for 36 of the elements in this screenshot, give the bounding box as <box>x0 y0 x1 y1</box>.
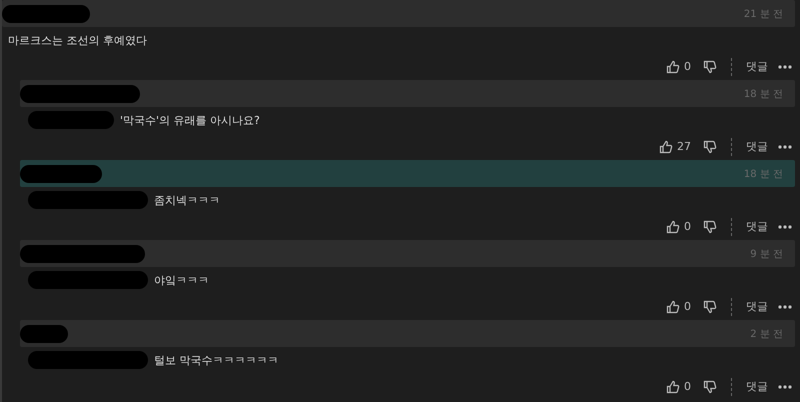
comment-text: 털보 막국수ㅋㅋㅋㅋㅋㅋ <box>154 352 278 368</box>
like-count: 0 <box>684 220 691 233</box>
more-icon[interactable] <box>778 64 792 68</box>
thumbs-up-icon[interactable] <box>666 220 680 234</box>
timestamp: 18 분 전 <box>744 168 783 180</box>
reply-button[interactable]: 댓글 <box>746 219 768 234</box>
timestamp: 9 분 전 <box>750 248 783 260</box>
more-icon[interactable] <box>778 384 792 388</box>
comment-text: 좀치넥ㅋㅋㅋ <box>154 192 220 208</box>
thumbs-up-icon[interactable] <box>659 140 673 154</box>
like-count: 0 <box>684 60 691 73</box>
timestamp: 2 분 전 <box>750 328 783 340</box>
timestamp: 18 분 전 <box>744 88 783 100</box>
reply-button[interactable]: 댓글 <box>746 139 768 154</box>
thumbs-down-icon[interactable] <box>703 300 717 314</box>
thumbs-down-icon[interactable] <box>703 220 717 234</box>
thumbs-up-icon[interactable] <box>666 300 680 314</box>
more-icon[interactable] <box>778 304 792 308</box>
thumbs-down-icon[interactable] <box>703 140 717 154</box>
redaction-mark <box>18 322 70 344</box>
reply-button[interactable]: 댓글 <box>746 379 768 394</box>
comment-text: 마르크스는 조선의 후예였다 <box>8 32 147 48</box>
thumbs-down-icon[interactable] <box>703 380 717 394</box>
reply-button[interactable]: 댓글 <box>746 59 768 74</box>
more-icon[interactable] <box>778 224 792 228</box>
like-count: 27 <box>677 140 691 153</box>
reply-button[interactable]: 댓글 <box>746 299 768 314</box>
thumbs-down-icon[interactable] <box>703 60 717 74</box>
like-count: 0 <box>684 380 691 393</box>
timestamp: 21 분 전 <box>744 8 783 20</box>
comment-text: '막국수'의 유래를 아시나요? <box>120 112 260 128</box>
thumbs-up-icon[interactable] <box>666 380 680 394</box>
more-icon[interactable] <box>778 144 792 148</box>
thumbs-up-icon[interactable] <box>666 60 680 74</box>
comment-text: 야잌ㅋㅋㅋ <box>154 272 209 288</box>
like-count: 0 <box>684 300 691 313</box>
